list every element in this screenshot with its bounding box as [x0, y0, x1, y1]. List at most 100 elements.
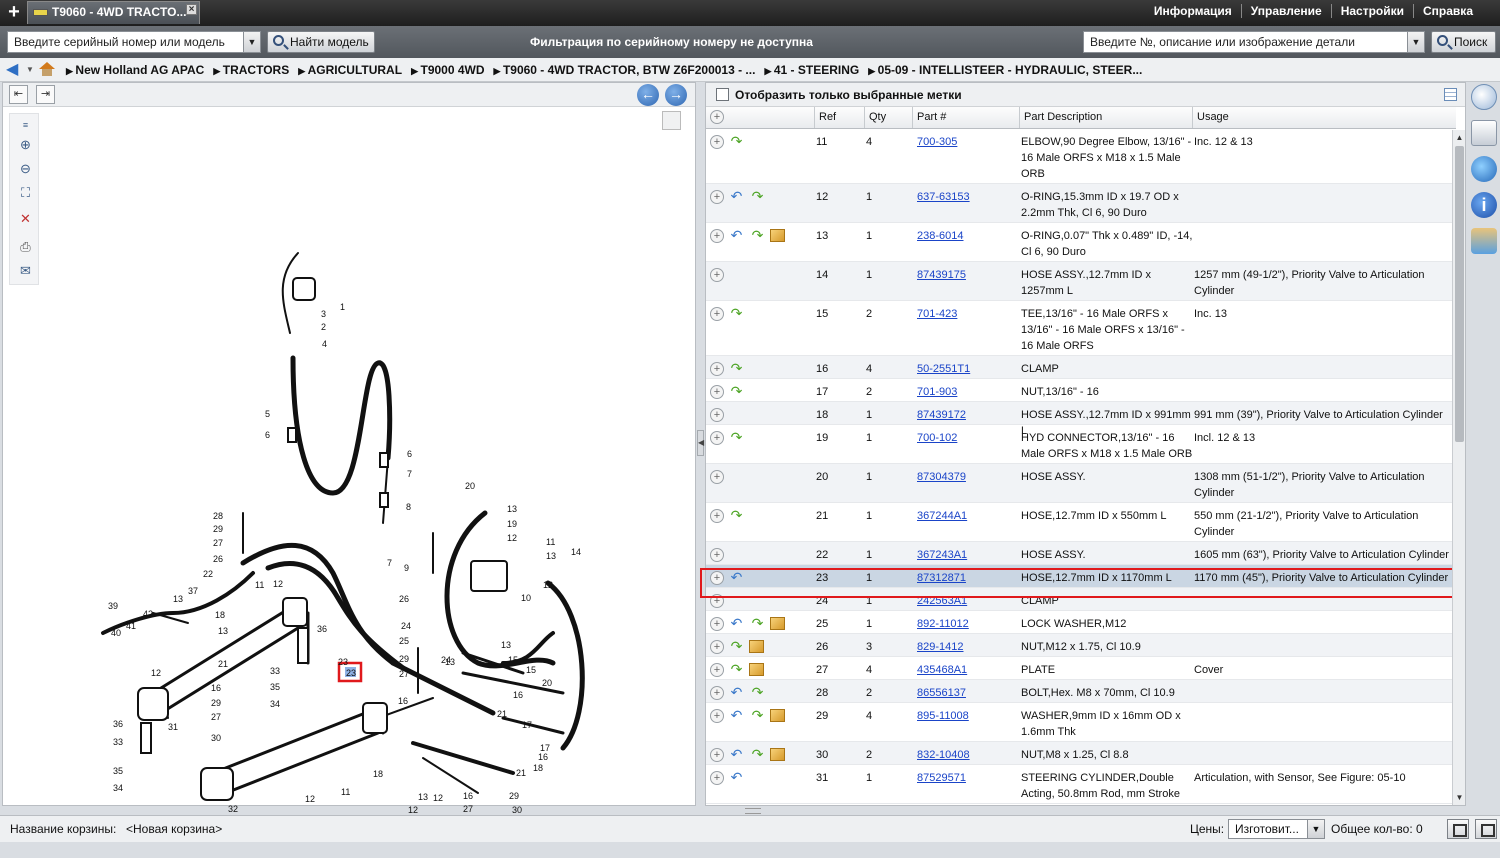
diagram-callout[interactable]: 8 [406, 502, 411, 512]
add-to-cart-icon[interactable]: + [710, 190, 724, 204]
replaces-icon[interactable]: ↷ [728, 639, 745, 653]
package-icon[interactable] [770, 617, 785, 630]
chevron-down-icon[interactable]: ▼ [243, 32, 260, 52]
diagram-callout[interactable]: 1 [340, 302, 345, 312]
diagram-callout[interactable]: 41 [126, 621, 136, 631]
menu-manage[interactable]: Управление [1240, 4, 1331, 18]
replaces-icon[interactable]: ↷ [728, 662, 745, 676]
replaced-by-icon[interactable]: ↶ [728, 189, 745, 203]
table-row[interactable]: + ↶ ↷ 28 2 86556137 BOLT,Hex. M8 x 70mm, Cl 10… [706, 680, 1456, 703]
resize-grip[interactable] [745, 808, 761, 814]
diagram-callout[interactable]: 12 [151, 668, 161, 678]
diagram-callout[interactable]: 25 [399, 636, 409, 646]
add-to-cart-icon[interactable]: + [710, 362, 724, 376]
globe-icon[interactable] [1471, 156, 1497, 182]
replaced-by-icon[interactable]: ↶ [728, 770, 745, 784]
col-ref[interactable]: Ref [814, 107, 864, 128]
diagram-callout[interactable]: 42 [143, 609, 153, 619]
diagram-callout[interactable]: 12 [408, 805, 418, 815]
add-to-cart-icon[interactable]: + [710, 509, 724, 523]
part-number-link[interactable]: 367244A1 [917, 508, 1017, 524]
new-tab-button[interactable]: + [4, 2, 24, 22]
diagram-callout[interactable]: 5 [265, 409, 270, 419]
diagram-callout[interactable]: 3 [321, 309, 326, 319]
replaces-icon[interactable]: ↷ [728, 134, 745, 148]
replaces-icon[interactable]: ↷ [728, 430, 745, 444]
table-row[interactable]: +24 1 242563A1 CLAMP [706, 588, 1456, 611]
add-to-cart-icon[interactable]: + [710, 617, 724, 631]
replaced-by-icon[interactable]: ↶ [728, 570, 745, 584]
part-number-link[interactable]: 700-102 [917, 430, 1017, 446]
table-row[interactable]: + ↶ ↷ 30 2 832-10408 NUT,M8 x 1.25, Cl 8.8 [706, 742, 1456, 765]
menu-help[interactable]: Справка [1413, 4, 1482, 18]
diagram-callout[interactable]: 27 [211, 712, 221, 722]
diagram-callout[interactable]: 16 [211, 683, 221, 693]
replaced-by-icon[interactable]: ↶ [728, 708, 745, 722]
diagram-callout[interactable]: 18 [373, 769, 383, 779]
menu-settings[interactable]: Настройки [1330, 4, 1413, 18]
diagram-callout[interactable]: 28 [213, 511, 223, 521]
replaced-by-icon[interactable]: ↶ [728, 616, 745, 630]
part-number-link[interactable]: 87439172 [917, 407, 1017, 423]
diagram-callout[interactable]: 16 [513, 690, 523, 700]
add-all-column[interactable]: + [706, 107, 728, 128]
part-number-link[interactable]: 86556137 [917, 685, 1017, 701]
add-to-cart-icon[interactable]: + [710, 408, 724, 422]
breadcrumb-item[interactable]: 05-09 - INTELLISTEER - HYDRAULIC, STEER.… [868, 63, 1143, 77]
diagram-callout[interactable]: 18 [533, 763, 543, 773]
package-icon[interactable] [770, 709, 785, 722]
diagram-callout[interactable]: 17 [522, 720, 532, 730]
table-row[interactable]: +18 1 87439172 HOSE ASSY.,12.7mm ID x 991mm… [706, 402, 1456, 437]
zoom-in-icon[interactable]: ⊕ [17, 136, 34, 153]
next-arrow-icon[interactable]: → [665, 84, 687, 106]
col-qty[interactable]: Qty [864, 107, 912, 128]
diagram-callout[interactable]: 29 [509, 791, 519, 801]
grid-view-icon[interactable] [1444, 88, 1457, 101]
diagram-callout[interactable]: 33 [113, 737, 123, 747]
diagram-callout[interactable]: 13 [418, 792, 428, 802]
diagram-callout[interactable]: 4 [322, 339, 327, 349]
part-search-input[interactable]: Введите №, описание или изображение дета… [1083, 31, 1425, 53]
replaces-icon[interactable]: ↷ [749, 616, 766, 630]
cart-name[interactable]: <Новая корзина> [126, 822, 222, 836]
add-all-icon[interactable]: + [710, 110, 724, 124]
diagram-callout[interactable]: 13 [507, 504, 517, 514]
expand-icon[interactable]: ⇥ [36, 85, 55, 104]
breadcrumb-item[interactable]: AGRICULTURAL [298, 63, 402, 77]
find-model-button[interactable]: Найти модель [267, 31, 375, 53]
scroll-thumb[interactable] [1455, 146, 1464, 442]
previous-arrow-icon[interactable]: ← [637, 84, 659, 106]
table-row[interactable]: + ↷ 11 4 700-305 ELBOW,90 Degree Elbow, 13/16… [706, 129, 1456, 184]
home-icon[interactable] [38, 62, 55, 77]
table-row[interactable]: + ↶ ↷ 25 1 892-11012 LOCK WASHER,M12 [706, 611, 1456, 634]
tab-active[interactable]: T9060 - 4WD TRACTO... × [27, 1, 200, 24]
diagram-callout[interactable]: 30 [512, 805, 522, 815]
diagram-callout[interactable]: 33 [270, 666, 280, 676]
diagram-callout[interactable]: 2 [321, 322, 326, 332]
support-icon[interactable] [1471, 228, 1497, 254]
diagram-options-icon[interactable] [662, 111, 681, 130]
email-icon[interactable]: ✉ [17, 262, 34, 279]
table-row[interactable]: +14 1 87439175 HOSE ASSY.,12.7mm ID x 1257m… [706, 262, 1456, 301]
table-row[interactable]: + ↷ 19 1 700-102 HYD CONNECTOR,13/16" - 16 Ma… [706, 425, 1456, 464]
add-to-cart-icon[interactable]: + [710, 385, 724, 399]
diagram-callout[interactable]: 13 [445, 657, 455, 667]
diagram-callout[interactable]: 34 [270, 699, 280, 709]
diagram-callout[interactable]: 18 [215, 610, 225, 620]
panel-splitter[interactable]: ◀ [697, 430, 704, 456]
diagram-callout[interactable]: 26 [213, 554, 223, 564]
breadcrumb-item[interactable]: 41 - STEERING [764, 63, 859, 77]
replaced-by-icon[interactable]: ↶ [728, 228, 745, 242]
add-to-cart-icon[interactable]: + [710, 571, 724, 585]
add-to-cart-icon[interactable]: + [710, 709, 724, 723]
part-number-link[interactable]: 895-11008 [917, 708, 1017, 724]
diagram-callout[interactable]: 11 [341, 787, 350, 797]
col-part[interactable]: Part # [912, 107, 1019, 128]
fit-screen-icon[interactable]: ⛶ [17, 184, 34, 201]
price-select[interactable]: Изготовит... ▼ [1228, 819, 1325, 839]
parts-diagram[interactable]: 1324566789720131912 1113 14121028292726223… [93, 193, 613, 833]
table-row[interactable]: + ↶ ↷ 12 1 637-63153 O-RING,15.3mm ID x 19.7 O… [706, 184, 1456, 223]
replaced-by-icon[interactable]: ↶ [728, 685, 745, 699]
package-icon[interactable] [749, 640, 764, 653]
diagram-callout[interactable]: 12 [305, 794, 315, 804]
